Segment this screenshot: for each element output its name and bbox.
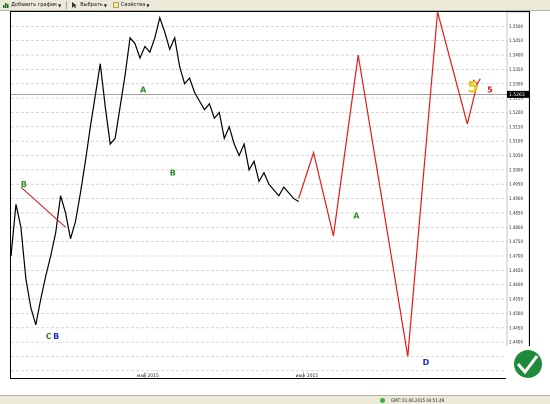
add-chart-button[interactable]: Добавить график ▼: [0, 0, 64, 10]
y-tick-label: 1.4500: [509, 311, 523, 316]
chevron-down-icon: ▼: [58, 2, 62, 8]
wave-label: C: [46, 332, 52, 341]
y-tick-label: 1.5200: [509, 110, 523, 115]
properties-label: Свойства: [120, 2, 146, 8]
chart-icon: [3, 2, 9, 8]
properties-icon: [113, 2, 119, 8]
wave-label: B: [170, 169, 176, 178]
price-chart: 1.55001.54501.54001.53501.53001.52501.52…: [10, 0, 530, 379]
y-tick-label: 1.5500: [509, 24, 523, 29]
y-tick-label: 1.5300: [509, 81, 523, 86]
y-tick-label: 1.5150: [509, 124, 523, 129]
y-tick-label: 1.4400: [509, 340, 523, 345]
x-tick-label: июн 2015: [296, 373, 319, 378]
y-tick-label: 1.4600: [509, 282, 523, 287]
y-tick-label: 1.4700: [509, 254, 523, 259]
cursor-icon: [72, 2, 78, 8]
select-label: Выбрать: [80, 2, 103, 8]
y-tick-label: 1.5000: [509, 167, 523, 172]
brand-logo: [506, 346, 550, 394]
toolbar-separator: [66, 1, 68, 9]
y-tick-label: 1.5100: [509, 139, 523, 144]
y-tick-label: 1.4550: [509, 297, 523, 302]
wave-label: B: [21, 180, 27, 189]
chart-plot-area[interactable]: 1.5500 1.5450 1.5400 1.5350 1.5300 1.5250 1.52…: [10, 0, 530, 379]
y-tick-label: 1.5400: [509, 53, 523, 58]
y-tick-label: 1.5450: [509, 38, 523, 43]
price-line: [10, 15, 299, 326]
wave-label: D: [423, 358, 430, 367]
chevron-down-icon: ▼: [146, 2, 150, 8]
y-tick-label: 1.4800: [509, 225, 523, 230]
y-tick-label: 1.4750: [509, 239, 523, 244]
wave-label: A: [140, 85, 147, 94]
add-chart-label: Добавить график: [11, 2, 58, 8]
wave-label: 5: [467, 77, 478, 96]
select-button[interactable]: Выбрать ▼: [69, 0, 110, 10]
y-tick-label: 1.4850: [509, 210, 523, 215]
connection-status-icon: [380, 397, 385, 403]
y-tick-label: 1.4450: [509, 325, 523, 330]
properties-button[interactable]: Свойства ▼: [110, 0, 153, 10]
y-tick-label: 1.5350: [509, 67, 523, 72]
wave-label: B: [53, 332, 59, 341]
wave-label: A: [353, 212, 360, 221]
x-tick-label: май 2015: [137, 372, 159, 378]
y-tick-label: 1.5050: [509, 153, 523, 158]
server-time: GMT: 01.06.2015 04:51:49: [391, 397, 445, 403]
chart-frame: 1.5500 1.5450 1.5400 1.5350 1.5300 1.5250 1.52…: [10, 0, 530, 379]
current-price-label: 1.5263: [509, 92, 525, 98]
wave-label: 5: [487, 85, 493, 94]
y-tick-label: 1.4650: [509, 268, 523, 273]
y-tick-label: 1.4900: [509, 196, 523, 201]
y-tick-label: 1.4950: [509, 182, 523, 187]
chart-toolbar: Добавить график ▼ Выбрать ▼ Свойства ▼: [0, 0, 550, 11]
chevron-down-icon: ▼: [103, 2, 107, 8]
